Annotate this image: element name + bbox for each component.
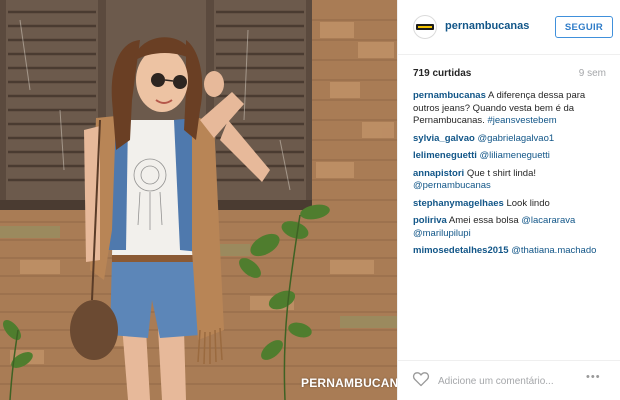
avatar[interactable] (413, 15, 437, 39)
comment-username[interactable]: mimosedetalhes2015 (413, 245, 509, 256)
comment-username[interactable]: sylvia_galvao (413, 133, 475, 144)
list-item: annapistori Que t shirt linda! @pernambu… (413, 168, 608, 193)
caption: pernambucanas A diferença dessa para out… (413, 90, 608, 128)
post-author-username[interactable]: pernambucanas (445, 20, 529, 32)
post-footer: ••• (398, 360, 620, 400)
post-photo[interactable]: PERNAMBUCANAS (0, 0, 397, 400)
mention-link[interactable]: @thatiana.machado (511, 245, 596, 256)
list-item: sylvia_galvao @gabrielagalvao1 (413, 133, 608, 146)
list-item: poliriva Amei essa bolsa @lacararava @ma… (413, 215, 608, 240)
comment-username[interactable]: poliriva (413, 215, 447, 226)
comment-text: Que t shirt linda! (466, 167, 537, 179)
brand-watermark: PERNAMBUCANAS (301, 376, 397, 390)
comment-username[interactable]: annapistori (413, 168, 464, 179)
comment-username[interactable]: lelimeneguetti (413, 150, 477, 161)
mention-link[interactable]: @gabrielagalvao1 (477, 133, 554, 144)
post-photo-illustration (0, 0, 397, 400)
comment-text: Amei essa bolsa (448, 215, 519, 226)
more-options-icon[interactable]: ••• (586, 371, 601, 383)
comment-username[interactable]: stephanymagelhaes (413, 198, 504, 209)
add-comment-input[interactable] (438, 374, 578, 388)
comment-username[interactable]: pernambucanas (413, 90, 486, 101)
brand-logo-icon (416, 24, 434, 30)
comment-text: Look lindo (506, 197, 550, 209)
mention-link[interactable]: @pernambucanas (413, 180, 491, 191)
post-age[interactable]: 9 sem (579, 68, 606, 79)
follow-button[interactable]: SEGUIR (555, 16, 613, 38)
comment-list: pernambucanas A diferença dessa para out… (413, 90, 608, 263)
post-stats: 719 curtidas 9 sem (413, 68, 606, 79)
heart-icon[interactable] (412, 371, 430, 387)
mention-link[interactable]: @liliameneguetti (480, 150, 550, 161)
list-item: mimosedetalhes2015 @thatiana.machado (413, 245, 608, 258)
post-side-panel: pernambucanas SEGUIR 719 curtidas 9 sem … (397, 0, 620, 400)
post-header: pernambucanas SEGUIR (398, 0, 620, 55)
likes-count[interactable]: 719 curtidas (413, 68, 471, 79)
list-item: lelimeneguetti @liliameneguetti (413, 150, 608, 163)
hashtag-link[interactable]: #jeansvestebem (487, 115, 556, 126)
list-item: stephanymagelhaes Look lindo (413, 198, 608, 211)
